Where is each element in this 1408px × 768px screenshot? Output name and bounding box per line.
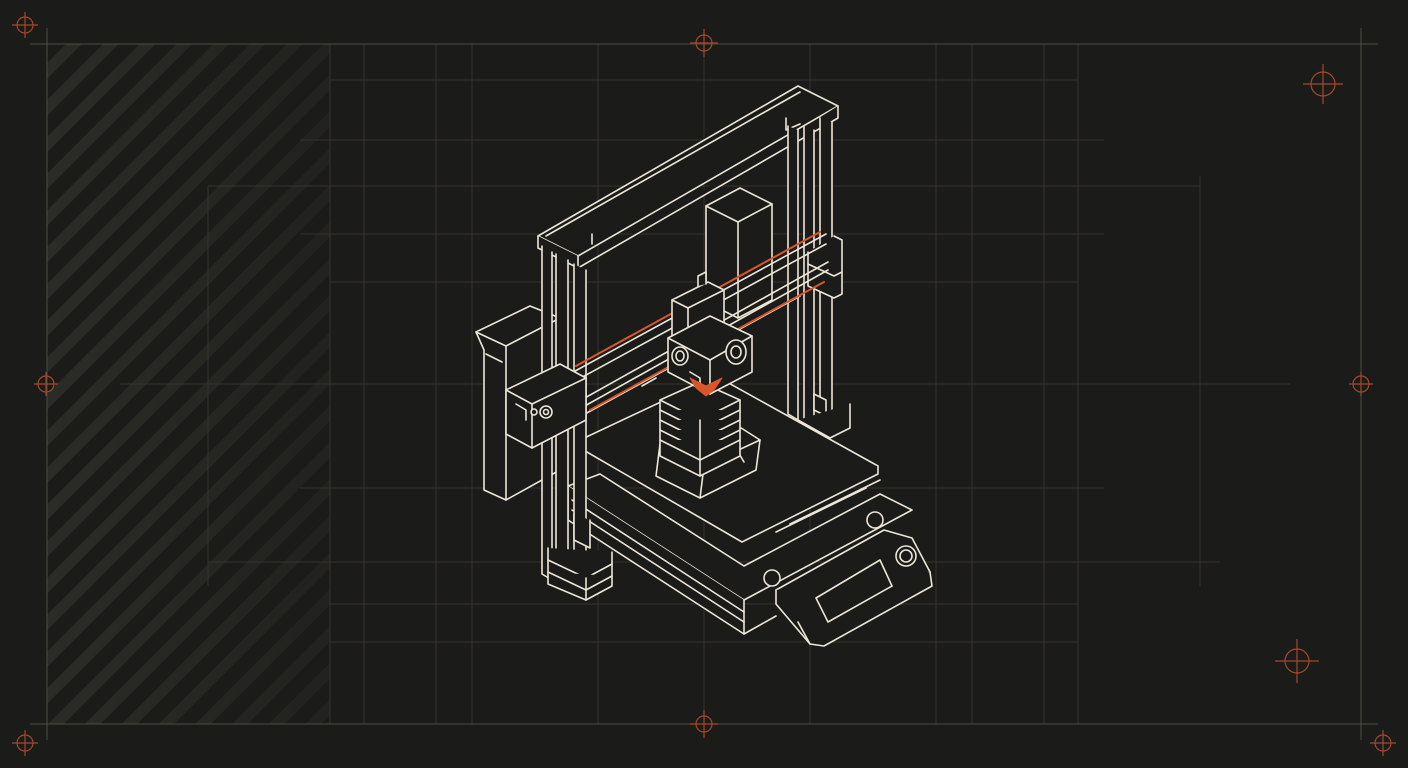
blueprint-illustration [0, 0, 1408, 768]
